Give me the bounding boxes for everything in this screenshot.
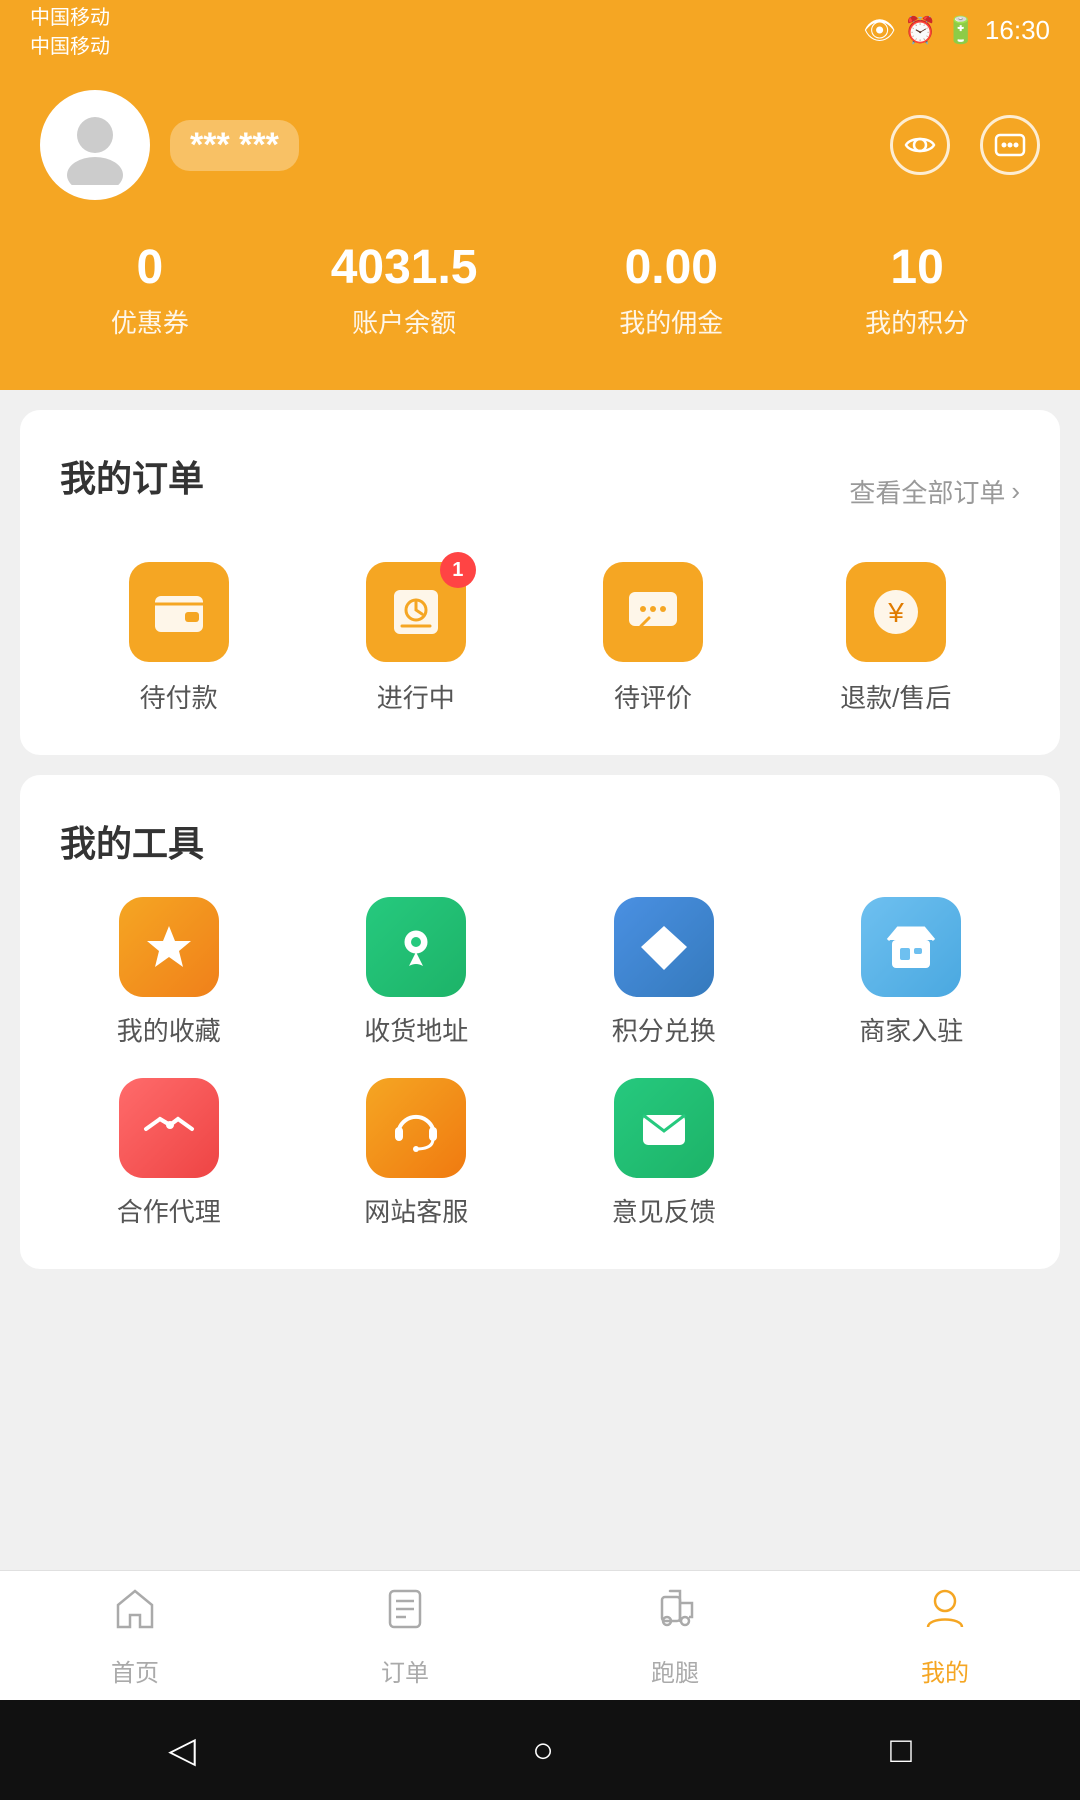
- tool-icon: [366, 897, 466, 997]
- nav-icon: [650, 1583, 700, 1645]
- order-item[interactable]: 1 进行中: [366, 562, 466, 715]
- tool-icon: [614, 1078, 714, 1178]
- order-icon: [603, 562, 703, 662]
- order-icons: 待付款 1 进行中 待评价 ¥ 退款/售后: [60, 562, 1020, 715]
- order-icon: [129, 562, 229, 662]
- nav-label: 订单: [381, 1653, 429, 1688]
- tool-label: 网站客服: [364, 1192, 468, 1229]
- tool-label: 合作代理: [117, 1192, 221, 1229]
- stat-item: 10 我的积分: [865, 240, 969, 340]
- stats-row: 0 优惠券 4031.5 账户余额 0.00 我的佣金 10 我的积分: [40, 240, 1040, 340]
- battery-icon: 🔋: [945, 15, 977, 46]
- carrier-info: 中国移动 中国移动: [30, 1, 110, 59]
- tool-item[interactable]: 我的收藏: [60, 897, 278, 1048]
- tool-label: 积分兑换: [612, 1011, 716, 1048]
- nav-icon: [380, 1583, 430, 1645]
- tool-icon: [366, 1078, 466, 1178]
- nav-label: 我的: [921, 1653, 969, 1688]
- svg-text:¥: ¥: [887, 597, 904, 628]
- view-all-orders[interactable]: 查看全部订单 ›: [849, 473, 1020, 510]
- tools-grid: 我的收藏 收货地址 积分兑换 商家入驻 合作代理 网站客服 意见反馈: [60, 897, 1020, 1229]
- alarm-icon: ⏰: [904, 15, 936, 46]
- stat-item: 0.00 我的佣金: [619, 240, 723, 340]
- recent-button[interactable]: □: [890, 1729, 912, 1771]
- eye-button[interactable]: [890, 115, 950, 175]
- tool-label: 意见反馈: [612, 1192, 716, 1229]
- tool-item[interactable]: 网站客服: [308, 1078, 526, 1229]
- tool-item[interactable]: 商家入驻: [803, 897, 1021, 1048]
- username[interactable]: *** ***: [170, 120, 299, 171]
- stat-item: 0 优惠券: [111, 240, 189, 340]
- tool-label: 我的收藏: [117, 1011, 221, 1048]
- nav-item-跑腿[interactable]: 跑腿: [540, 1583, 810, 1688]
- nav-item-我的[interactable]: 我的: [810, 1583, 1080, 1688]
- avatar[interactable]: [40, 90, 150, 200]
- order-item[interactable]: ¥ 退款/售后: [840, 562, 951, 715]
- tools-card: 我的工具 我的收藏 收货地址 积分兑换 商家入驻 合作代理 网站客服: [20, 775, 1060, 1269]
- status-right: 👁 ⏰ 🔋 16:30: [863, 15, 1050, 46]
- message-button[interactable]: [980, 115, 1040, 175]
- android-nav: ◁ ○ □: [0, 1700, 1080, 1800]
- status-bar: 中国移动 中国移动 👁 ⏰ 🔋 16:30: [0, 0, 1080, 60]
- nav-label: 首页: [111, 1653, 159, 1688]
- tool-icon: [119, 1078, 219, 1178]
- nav-item-订单[interactable]: 订单: [270, 1583, 540, 1688]
- order-icon: ¥: [846, 562, 946, 662]
- tool-icon: [861, 897, 961, 997]
- tool-label: 商家入驻: [859, 1011, 963, 1048]
- time-display: 16:30: [985, 15, 1050, 46]
- tool-item[interactable]: 积分兑换: [555, 897, 773, 1048]
- chevron-right-icon: ›: [1011, 476, 1020, 507]
- header: *** *** 0 优惠券 4031.5 账户余额: [0, 60, 1080, 390]
- order-icon: 1: [366, 562, 466, 662]
- order-header: 我的订单 查看全部订单 ›: [60, 450, 1020, 532]
- eye-icon: 👁: [863, 15, 896, 46]
- tools-title: 我的工具: [60, 815, 1020, 867]
- bottom-nav: 首页 订单 跑腿 我的: [0, 1570, 1080, 1700]
- stat-item: 4031.5 账户余额: [331, 240, 478, 340]
- order-item[interactable]: 待付款: [129, 562, 229, 715]
- tool-item[interactable]: 合作代理: [60, 1078, 278, 1229]
- nav-label: 跑腿: [651, 1653, 699, 1688]
- tool-icon: [614, 897, 714, 997]
- orders-title: 我的订单: [60, 450, 204, 502]
- header-icons: [890, 115, 1040, 175]
- home-button[interactable]: ○: [532, 1729, 554, 1771]
- nav-item-首页[interactable]: 首页: [0, 1583, 270, 1688]
- back-button[interactable]: ◁: [168, 1729, 196, 1771]
- profile-row: *** ***: [40, 90, 1040, 200]
- profile-left: *** ***: [40, 90, 299, 200]
- order-item[interactable]: 待评价: [603, 562, 703, 715]
- tool-item[interactable]: 意见反馈: [555, 1078, 773, 1229]
- orders-card: 我的订单 查看全部订单 › 待付款 1 进行中 待评价 ¥ 退款/售后: [20, 410, 1060, 755]
- tool-item[interactable]: 收货地址: [308, 897, 526, 1048]
- main-content: 我的订单 查看全部订单 › 待付款 1 进行中 待评价 ¥ 退款/售后: [0, 390, 1080, 1289]
- tool-icon: [119, 897, 219, 997]
- tool-label: 收货地址: [364, 1011, 468, 1048]
- nav-icon: [110, 1583, 160, 1645]
- nav-icon: [920, 1583, 970, 1645]
